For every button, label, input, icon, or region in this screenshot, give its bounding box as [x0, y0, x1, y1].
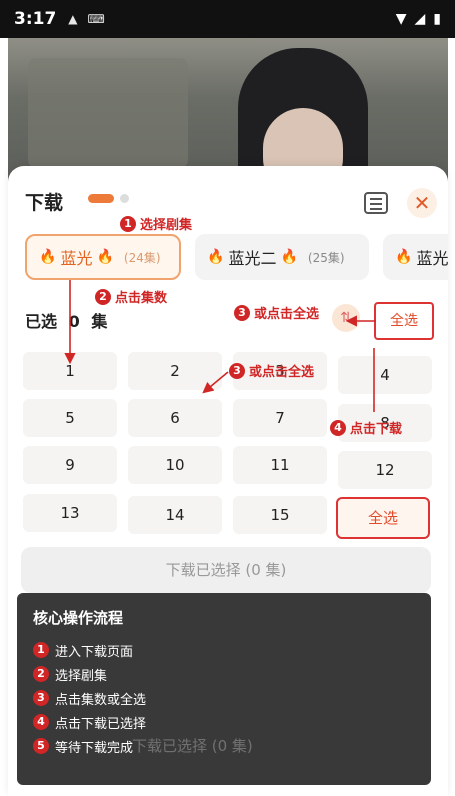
keyboard-icon: ⌨: [87, 12, 105, 26]
step-1: 1 进入下载页面: [33, 638, 415, 662]
episode-2[interactable]: 2: [128, 352, 222, 390]
step-2: 2 选择剧集: [33, 662, 415, 686]
signal-icon: ◢: [414, 11, 426, 27]
download-selected-button[interactable]: 下载已选择 (0 集): [21, 547, 431, 593]
source-label: 蓝光: [60, 249, 93, 268]
episode-4[interactable]: 4: [338, 356, 432, 394]
source-count: (25集): [307, 250, 345, 265]
fire-icon: 🔥: [207, 249, 225, 265]
episode-14[interactable]: 14: [128, 496, 222, 534]
annotation-or-select-all-2: 3 或点击全选: [229, 361, 314, 380]
step-3: 3 点击集数或全选: [33, 686, 415, 710]
overlay-title: 核心操作流程: [33, 609, 124, 627]
episode-10[interactable]: 10: [128, 446, 222, 484]
fire-icon: 🔥: [39, 249, 57, 265]
step-4: 4 点击下载已选择: [33, 710, 415, 734]
fire-icon: 🔥: [96, 249, 114, 265]
source-tab-bluray-2[interactable]: 🔥 蓝光二 🔥 (25集): [195, 234, 369, 280]
episode-9[interactable]: 9: [23, 446, 117, 484]
annotation-tap-download: 4 点击下载: [330, 418, 402, 437]
fire-icon: 🔥: [280, 249, 298, 265]
episode-13[interactable]: 13: [23, 494, 117, 532]
ghost-download-label: 下载已选择 (0 集): [132, 737, 253, 755]
annotation-select-episode: 1 选择剧集: [120, 214, 192, 233]
episode-5[interactable]: 5: [23, 399, 117, 437]
fire-icon: 🔥: [395, 249, 413, 265]
source-label: 蓝光: [416, 249, 448, 268]
source-count: (24集): [123, 250, 161, 265]
page-dot-active: [88, 194, 114, 203]
episode-6[interactable]: 6: [128, 399, 222, 437]
status-bar: 3:17 ▲ ⌨ ▼ ◢ ▮: [0, 0, 455, 38]
battery-icon: ▮: [433, 11, 441, 27]
sort-icon[interactable]: ⇅: [332, 304, 360, 332]
source-label: 蓝光二: [228, 249, 277, 268]
list-view-icon[interactable]: [364, 192, 388, 214]
workflow-overlay: 下载已选择 (0 集) 核心操作流程 1 进入下载页面 2 选择剧集 3 点击集数或全…: [17, 593, 431, 785]
annotation-tap-episode: 2 点击集数: [95, 287, 167, 306]
select-all-button[interactable]: 全选: [374, 302, 434, 340]
close-icon[interactable]: ✕: [407, 188, 437, 218]
selected-count: 已选 0 集: [25, 312, 108, 331]
wifi-icon: ▼: [395, 11, 407, 27]
episode-11[interactable]: 11: [233, 446, 327, 484]
episode-7[interactable]: 7: [233, 399, 327, 437]
source-tab-bluray-3[interactable]: 🔥 蓝光: [383, 234, 448, 280]
grid-select-all-button[interactable]: 全选: [336, 497, 430, 539]
annotation-or-select-all: 3 或点击全选: [234, 303, 319, 322]
source-tab-bluray[interactable]: 🔥 蓝光 🔥 (24集): [25, 234, 181, 280]
episode-1[interactable]: 1: [23, 352, 117, 390]
sheet-title: 下载: [25, 192, 64, 214]
episode-15[interactable]: 15: [233, 496, 327, 534]
page-indicator: [88, 194, 129, 203]
page-dot: [120, 194, 129, 203]
status-time: 3:17: [14, 9, 57, 29]
app-notification-icon: ▲: [68, 12, 78, 26]
episode-12[interactable]: 12: [338, 451, 432, 489]
